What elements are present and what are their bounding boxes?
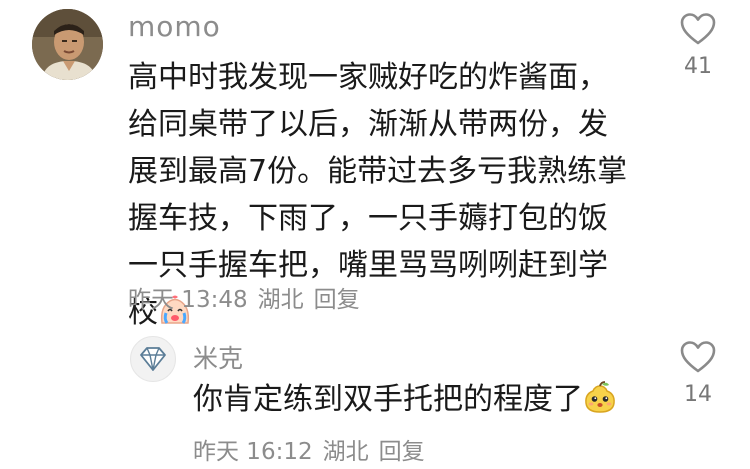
like-count: 41 xyxy=(684,54,712,79)
comment-time: 昨天 13:48 xyxy=(128,287,248,313)
pear-face-emoji xyxy=(583,380,617,414)
reply-time: 昨天 16:12 xyxy=(193,439,313,465)
heart-icon[interactable] xyxy=(679,12,717,46)
heart-icon[interactable] xyxy=(679,340,717,374)
reply-text: 你肯定练到双手托把的程度了 xyxy=(193,380,617,420)
reply-author[interactable]: 米克 xyxy=(193,339,243,375)
like-count: 14 xyxy=(684,382,712,407)
comment-author[interactable]: momo xyxy=(128,10,221,43)
comment-like: 41 xyxy=(668,12,728,79)
reply-meta: 昨天 16:12 湖北 回复 xyxy=(193,432,435,466)
avatar[interactable] xyxy=(32,9,103,80)
diamond-icon xyxy=(140,347,166,371)
comment-location: 湖北 xyxy=(257,287,304,313)
reply-body: 你肯定练到双手托把的程度了 xyxy=(193,382,583,417)
reply-like: 14 xyxy=(668,340,728,407)
reply-avatar[interactable] xyxy=(130,336,176,382)
reply-button[interactable]: 回复 xyxy=(314,287,360,313)
reply-reply-button[interactable]: 回复 xyxy=(379,439,425,465)
reply-location: 湖北 xyxy=(322,439,369,465)
comment-meta: 昨天 13:48 湖北 回复 xyxy=(128,280,370,314)
